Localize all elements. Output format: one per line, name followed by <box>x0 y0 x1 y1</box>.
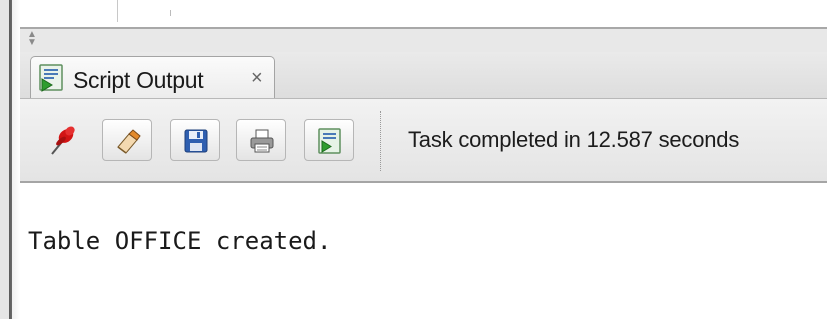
print-button[interactable] <box>236 119 286 161</box>
script-run-icon <box>318 128 341 154</box>
print-icon <box>250 129 274 153</box>
pin-button[interactable] <box>48 123 78 157</box>
eraser-icon <box>117 129 141 154</box>
tab-script-output[interactable]: Script Output × <box>30 56 275 98</box>
clear-button[interactable] <box>102 119 152 161</box>
output-line: Table OFFICE created. <box>28 227 332 255</box>
output-toolbar: Task completed in 12.587 seconds <box>20 99 827 183</box>
editor-gutter-divider <box>117 0 118 22</box>
pin-icon <box>51 126 75 155</box>
tab-label: Script Output <box>73 67 204 93</box>
tab-strip: Script Output × <box>20 52 827 99</box>
toolbar-separator <box>380 111 381 171</box>
editor-area[interactable] <box>20 0 827 29</box>
save-icon <box>184 129 208 153</box>
left-window-frame <box>0 0 20 319</box>
splitter-bar[interactable]: ▲ ▼ <box>20 29 827 52</box>
editor-caret-mark <box>170 10 171 16</box>
status-text: Task completed in 12.587 seconds <box>408 127 740 152</box>
run-script-button[interactable] <box>304 119 354 161</box>
save-button[interactable] <box>170 119 220 161</box>
expand-down-icon[interactable]: ▼ <box>27 38 37 48</box>
close-icon[interactable]: × <box>251 67 263 90</box>
script-run-icon <box>39 64 63 92</box>
script-output-pane[interactable]: Table OFFICE created. <box>20 183 827 319</box>
